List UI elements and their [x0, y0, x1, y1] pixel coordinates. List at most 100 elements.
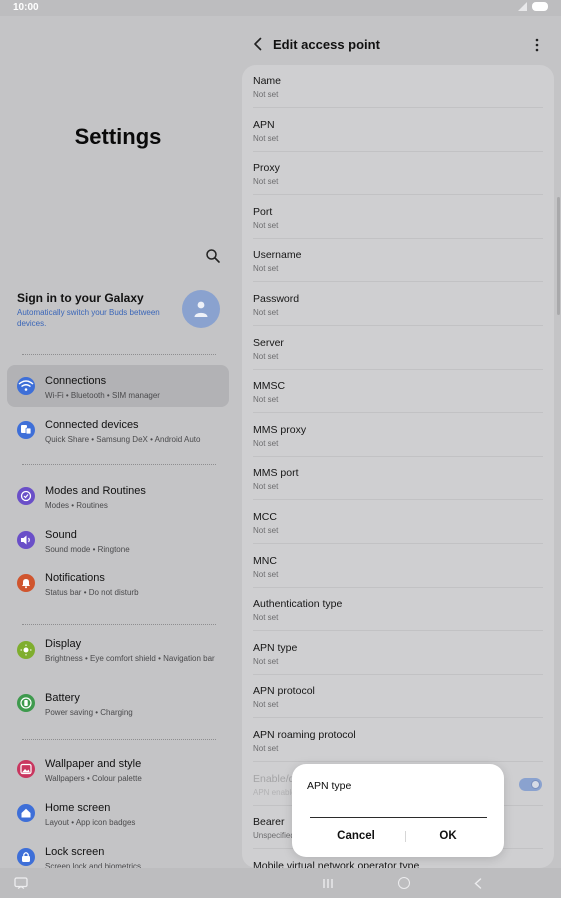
apn-enabled-toggle[interactable] — [519, 777, 542, 791]
field-label: Bearer — [253, 816, 285, 829]
home-screen-icon — [17, 804, 35, 822]
sidebar-item-subtitle: Status bar • Do not disturb — [45, 588, 139, 597]
sidebar-item-subtitle: Wi-Fi • Bluetooth • SIM manager — [45, 391, 160, 400]
signal-icon — [518, 2, 527, 11]
home-icon[interactable] — [398, 877, 410, 889]
sidebar-item-sound[interactable]: Sound Sound mode • Ringtone — [7, 519, 229, 561]
sidebar-item-label: Battery — [45, 692, 80, 704]
field-mmsc[interactable]: MMSC Not set — [242, 370, 554, 414]
menu-divider — [22, 624, 216, 625]
field-value: Not set — [253, 351, 279, 361]
field-label: MCC — [253, 511, 277, 523]
field-name[interactable]: Name Not set — [242, 65, 554, 108]
connected-devices-icon — [17, 421, 35, 439]
sidebar-item-subtitle: Wallpapers • Colour palette — [45, 774, 142, 783]
wallpaper-icon — [17, 760, 35, 778]
recents-icon[interactable] — [322, 878, 334, 889]
status-icons — [518, 2, 548, 11]
keyboard-icon[interactable] — [14, 877, 28, 889]
menu-divider — [22, 354, 216, 355]
field-value: Not set — [253, 656, 279, 666]
field-value: Not set — [253, 395, 279, 405]
settings-pane: Settings Sign in to your Galaxy Automati… — [0, 16, 236, 871]
sidebar-item-home-screen[interactable]: Home screen Layout • App icon badges — [7, 792, 229, 834]
field-label: MMS proxy — [253, 423, 307, 436]
field-label: Authentication type — [253, 598, 343, 611]
sidebar-item-notifications[interactable]: Notifications Status bar • Do not disturb — [7, 562, 229, 604]
navigation-bar — [0, 868, 561, 898]
field-value: Not set — [253, 308, 279, 317]
account-title: Sign in to your Galaxy — [17, 291, 144, 305]
field-mcc[interactable]: MCC Not set — [242, 501, 554, 544]
sidebar-item-display[interactable]: Display Brightness • Eye comfort shield •… — [7, 628, 229, 670]
avatar[interactable] — [182, 290, 220, 328]
sidebar-item-connections[interactable]: Connections Wi-Fi • Bluetooth • SIM manag… — [7, 365, 229, 407]
field-value: Not set — [253, 133, 279, 143]
field-username[interactable]: Username Not set — [242, 239, 554, 283]
field-port[interactable]: Port Not set — [242, 196, 554, 239]
sidebar-item-label: Lock screen — [45, 846, 105, 858]
field-value: Not set — [253, 264, 279, 274]
person-icon — [194, 301, 208, 317]
sidebar-item-subtitle: Modes • Routines — [45, 501, 108, 510]
field-value: Not set — [253, 220, 279, 230]
field-label: MNC — [253, 554, 277, 567]
menu-divider — [22, 739, 216, 740]
field-label: APN roaming protocol — [253, 729, 356, 741]
search-icon[interactable] — [205, 248, 221, 264]
sidebar-item-label: Modes and Routines — [45, 485, 146, 497]
field-apn-roaming-protocol[interactable]: APN roaming protocol Not set — [242, 719, 554, 762]
field-value: Not set — [253, 744, 279, 753]
field-server[interactable]: Server Not set — [242, 327, 554, 370]
notifications-icon — [17, 574, 35, 592]
battery-icon — [17, 694, 35, 712]
back-icon[interactable] — [252, 37, 264, 51]
field-mms-port[interactable]: MMS port Not set — [242, 457, 554, 501]
field-label: Proxy — [253, 162, 280, 175]
account-card[interactable]: Sign in to your Galaxy Automatically swi… — [17, 288, 229, 336]
lock-icon — [17, 848, 35, 866]
field-apn-protocol[interactable]: APN protocol Not set — [242, 675, 554, 719]
field-proxy[interactable]: Proxy Not set — [242, 152, 554, 196]
dialog-title: APN type — [307, 780, 352, 792]
sidebar-item-label: Notifications — [45, 572, 105, 584]
sidebar-item-subtitle: Layout • App icon badges — [45, 818, 136, 827]
sidebar-item-modes-and-routines[interactable]: Modes and Routines Modes • Routines — [7, 475, 229, 517]
apn-type-input[interactable] — [310, 802, 487, 818]
field-password[interactable]: Password Not set — [242, 283, 554, 326]
sidebar-item-subtitle: Quick Share • Samsung DeX • Android Auto — [45, 435, 201, 444]
sidebar-item-subtitle: Power saving • Charging — [45, 708, 133, 717]
nav-back-icon[interactable] — [474, 878, 482, 889]
more-options-icon[interactable] — [534, 38, 540, 52]
field-authentication-type[interactable]: Authentication type Not set — [242, 588, 554, 632]
field-label: Username — [253, 249, 302, 262]
status-bar: 10:00 — [0, 0, 561, 16]
field-label: MMS port — [253, 467, 299, 480]
account-subtitle: Automatically switch your Buds between d… — [17, 308, 160, 328]
field-value: Not set — [253, 90, 279, 99]
sidebar-item-label: Connections — [45, 375, 107, 387]
field-apn[interactable]: APN Not set — [242, 109, 554, 152]
field-label: Mobile virtual network operator type — [253, 859, 420, 868]
sidebar-item-battery[interactable]: Battery Power saving • Charging — [7, 682, 229, 724]
field-mnc[interactable]: MNC Not set — [242, 545, 554, 588]
cancel-button[interactable]: Cancel — [310, 826, 402, 846]
sidebar-item-label: Sound — [45, 529, 77, 541]
sidebar-item-label: Wallpaper and style — [45, 758, 142, 770]
sidebar-item-wallpaper-and-style[interactable]: Wallpaper and style Wallpapers • Colour p… — [7, 748, 229, 790]
sidebar-item-label: Display — [45, 638, 82, 650]
page-title: Settings — [74, 124, 162, 149]
sidebar-item-subtitle: Brightness • Eye comfort shield • Naviga… — [45, 654, 215, 663]
ok-button[interactable]: OK — [402, 826, 494, 846]
wifi-icon — [17, 377, 35, 395]
field-value: Not set — [253, 482, 279, 492]
field-apn-type[interactable]: APN type Not set — [242, 632, 554, 675]
apn-fields-list: Name Not set APN Not set Proxy Not set Port Not… — [242, 65, 554, 868]
scrollbar[interactable] — [557, 197, 560, 315]
field-mms-proxy[interactable]: MMS proxy Not set — [242, 414, 554, 457]
field-label: Password — [253, 293, 300, 305]
field-value: Not set — [253, 569, 279, 579]
display-icon — [17, 641, 35, 659]
field-label: Server — [253, 336, 284, 349]
sidebar-item-connected-devices[interactable]: Connected devices Quick Share • Samsung D… — [7, 409, 229, 451]
